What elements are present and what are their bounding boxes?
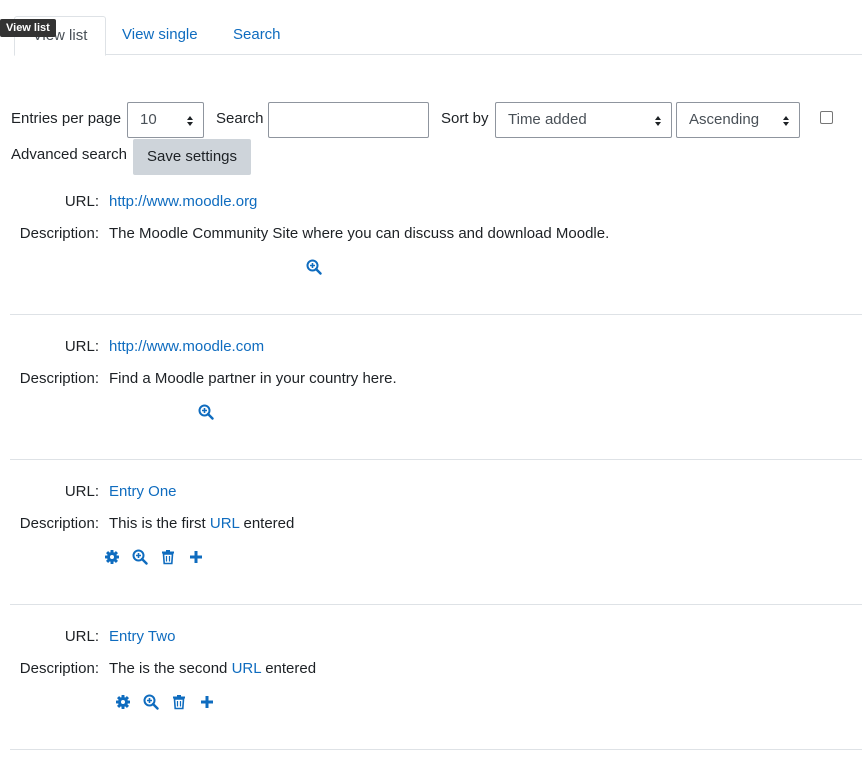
entry-description: This is the first URL entered <box>109 515 295 532</box>
advanced-search-checkbox[interactable] <box>820 111 833 124</box>
zoom-icon[interactable] <box>198 404 214 420</box>
trash-icon[interactable] <box>160 549 176 565</box>
entry-url-link[interactable]: Entry One <box>109 483 177 501</box>
gear-icon[interactable] <box>115 694 131 710</box>
entries-per-page-label: Entries per page <box>11 110 122 127</box>
plus-icon[interactable] <box>199 694 215 710</box>
advanced-search-label: Advanced search <box>11 146 127 163</box>
zoom-icon[interactable] <box>132 549 148 565</box>
zoom-icon[interactable] <box>306 259 322 275</box>
entry-description: Find a Moodle partner in your country he… <box>109 370 397 387</box>
url-label: URL: <box>64 628 99 645</box>
zoom-icon[interactable] <box>143 694 159 710</box>
select-arrows-icon <box>783 116 789 126</box>
entry-url-link[interactable]: http://www.moodle.com <box>109 338 264 356</box>
entry-description: The Moodle Community Site where you can … <box>109 225 610 242</box>
tooltip: View list <box>0 19 56 37</box>
entry-item: URL: Entry One Description: This is the … <box>10 459 862 605</box>
gear-icon[interactable] <box>104 549 120 565</box>
description-url-link[interactable]: URL <box>210 515 239 532</box>
description-label: Description: <box>19 515 99 532</box>
select-arrows-icon <box>187 116 193 126</box>
entry-item: URL: Entry Two Description: The is the s… <box>10 604 862 750</box>
entry-item: URL: http://www.moodle.org Description: … <box>10 169 862 315</box>
url-label: URL: <box>64 193 99 210</box>
sort-by-select[interactable]: Time added <box>495 102 672 138</box>
description-label: Description: <box>19 370 99 387</box>
entry-url-link[interactable]: http://www.moodle.org <box>109 193 257 211</box>
description-label: Description: <box>19 660 99 677</box>
entry-description: The is the second URL entered <box>109 660 317 677</box>
tab-search[interactable]: Search <box>233 16 281 54</box>
search-label: Search <box>216 110 264 127</box>
tab-view-single[interactable]: View single <box>122 16 198 54</box>
plus-icon[interactable] <box>188 549 204 565</box>
order-select[interactable]: Ascending <box>676 102 800 138</box>
description-url-link[interactable]: URL <box>232 660 261 677</box>
entry-item: URL: http://www.moodle.com Description: … <box>10 314 862 460</box>
entries-per-page-select[interactable]: 10 <box>127 102 204 138</box>
tab-bar: View list View single Search <box>14 16 862 56</box>
description-label: Description: <box>19 225 99 242</box>
search-input[interactable] <box>268 102 429 138</box>
entry-url-link[interactable]: Entry Two <box>109 628 175 646</box>
select-arrows-icon <box>655 116 661 126</box>
url-label: URL: <box>64 483 99 500</box>
trash-icon[interactable] <box>171 694 187 710</box>
sort-by-label: Sort by <box>441 110 489 127</box>
url-label: URL: <box>64 338 99 355</box>
